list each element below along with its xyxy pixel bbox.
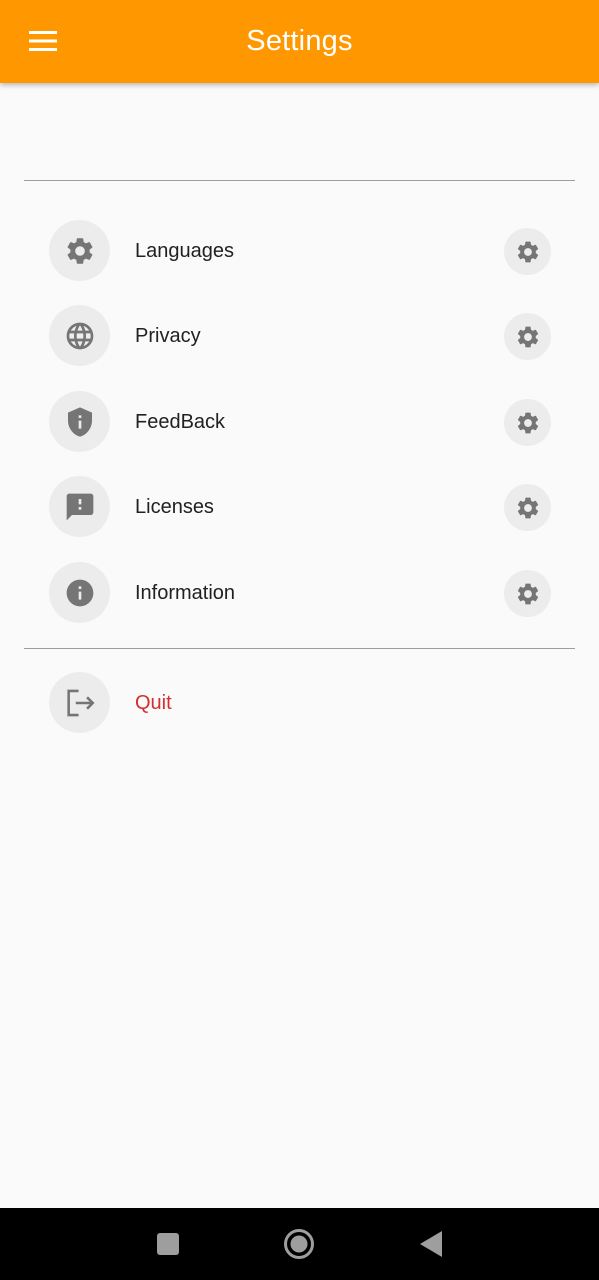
languages-icon-avatar: [49, 220, 110, 281]
licenses-icon-avatar: [49, 476, 110, 537]
settings-item-licenses[interactable]: Licenses: [0, 468, 599, 546]
logout-icon: [66, 689, 95, 716]
gear-icon: [67, 237, 92, 264]
settings-item-feedback[interactable]: FeedBack: [0, 383, 599, 461]
globe-icon: [66, 322, 93, 349]
recents-button[interactable]: [146, 1222, 190, 1266]
back-icon: [420, 1231, 442, 1257]
information-settings-button[interactable]: [504, 570, 551, 617]
recents-icon: [157, 1233, 179, 1255]
licenses-settings-button[interactable]: [504, 484, 551, 531]
settings-item-information[interactable]: Information: [0, 554, 599, 632]
quit-icon-avatar: [49, 672, 110, 733]
settings-item-label: Licenses: [135, 495, 214, 518]
system-nav-bar: [0, 1208, 599, 1280]
menu-icon: [29, 31, 57, 51]
home-icon: [284, 1229, 314, 1259]
settings-item-privacy[interactable]: Privacy: [0, 297, 599, 375]
app-bar: Settings: [0, 0, 599, 83]
quit-label: Quit: [135, 691, 172, 714]
feedback-settings-button[interactable]: [504, 399, 551, 446]
settings-item-label: Languages: [135, 239, 234, 262]
settings-item-label: Information: [135, 581, 236, 604]
information-icon-avatar: [49, 562, 110, 623]
menu-button[interactable]: [14, 13, 72, 69]
info-icon: [66, 579, 93, 606]
gear-icon: [517, 583, 538, 604]
shield-info-icon: [67, 406, 92, 437]
settings-item-label: Privacy: [135, 324, 201, 347]
feedback-icon-avatar: [49, 391, 110, 452]
feedback-icon: [66, 493, 93, 520]
divider-bottom: [24, 648, 575, 649]
page-title: Settings: [246, 25, 353, 57]
privacy-settings-button[interactable]: [504, 313, 551, 360]
privacy-icon-avatar: [49, 305, 110, 366]
divider-top: [24, 180, 575, 181]
quit-item[interactable]: Quit: [0, 664, 599, 742]
settings-item-languages[interactable]: Languages: [0, 212, 599, 290]
back-button[interactable]: [409, 1222, 453, 1266]
settings-item-label: FeedBack: [135, 410, 226, 433]
languages-settings-button[interactable]: [504, 228, 551, 275]
home-button[interactable]: [277, 1222, 321, 1266]
gear-icon: [517, 326, 538, 347]
gear-icon: [517, 497, 538, 518]
gear-icon: [517, 412, 538, 433]
gear-icon: [517, 241, 538, 262]
